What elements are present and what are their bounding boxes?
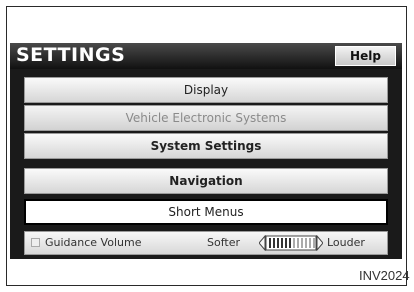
header-bar: SETTINGS Help <box>10 43 402 69</box>
volume-tick <box>289 238 291 248</box>
guidance-volume-row: Guidance Volume Softer Louder <box>24 231 388 255</box>
guidance-volume-label: Guidance Volume <box>45 236 142 249</box>
volume-tick <box>313 238 315 248</box>
volume-tick <box>301 238 303 248</box>
volume-tick <box>305 238 307 248</box>
volume-tick <box>281 238 283 248</box>
volume-tick <box>269 238 271 248</box>
help-button[interactable]: Help <box>335 46 396 66</box>
display-button[interactable]: Display <box>24 77 388 103</box>
settings-screen: SETTINGS Help Display Vehicle Electronic… <box>10 43 402 259</box>
volume-tick <box>285 238 287 248</box>
volume-tick <box>297 238 299 248</box>
short-menus-button[interactable]: Short Menus <box>24 199 388 225</box>
guidance-volume-indicator <box>31 238 40 247</box>
volume-tick <box>277 238 279 248</box>
navigation-button[interactable]: Navigation <box>24 168 388 194</box>
volume-tick <box>293 238 295 248</box>
figure-id-label: INV2024 <box>359 268 410 283</box>
louder-label[interactable]: Louder <box>327 236 365 249</box>
volume-slider[interactable] <box>259 235 323 251</box>
volume-right-arrow-icon[interactable] <box>316 235 323 251</box>
softer-label[interactable]: Softer <box>207 236 240 249</box>
volume-tick <box>309 238 311 248</box>
volume-tick <box>273 238 275 248</box>
vehicle-electronic-systems-button[interactable]: Vehicle Electronic Systems <box>24 105 388 131</box>
system-settings-button[interactable]: System Settings <box>24 133 388 159</box>
volume-left-arrow-icon[interactable] <box>259 235 266 251</box>
page-title: SETTINGS <box>16 44 126 66</box>
